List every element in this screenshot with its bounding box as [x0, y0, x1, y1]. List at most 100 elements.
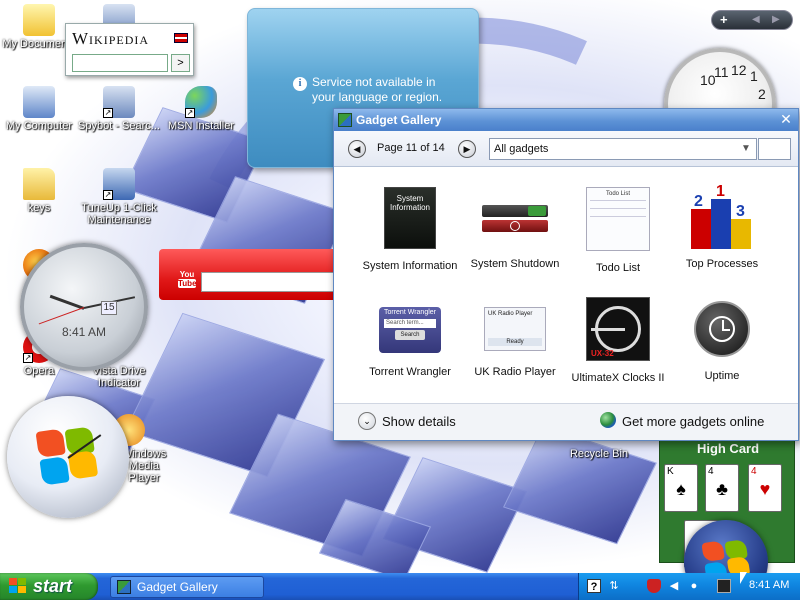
windows-orb-gadget[interactable] — [7, 396, 129, 518]
torrent-wrangler-thumbnail: Torrent Wrangler Search term... Search — [379, 307, 441, 353]
tray-app-icon[interactable]: ● — [687, 579, 701, 593]
gadget-name: System Information — [362, 260, 458, 272]
gadget-gallery-app-icon — [338, 113, 352, 127]
gadget-tile-system-information[interactable]: System Information System Information — [355, 187, 465, 272]
todo-line — [590, 200, 646, 208]
page-indicator: Page 11 of 14 — [377, 142, 445, 154]
chevron-down-icon[interactable]: ▼ — [738, 141, 754, 157]
gadget-search-input[interactable] — [758, 138, 791, 160]
top-processes-thumbnail: 2 1 3 — [691, 183, 753, 249]
taskbar-item-gadget-gallery[interactable]: Gadget Gallery — [110, 576, 264, 598]
wikipedia-logo: Wikipedia — [72, 29, 150, 48]
system-shutdown-thumbnail — [482, 187, 548, 247]
gadget-gallery-window: Gadget Gallery ✕ ◀ Page 11 of 14 ▶ All g… — [333, 108, 799, 441]
rank-number: 2 — [694, 193, 703, 210]
gadget-grid: System Information System Information Sy… — [334, 167, 798, 403]
monitor-icon[interactable] — [717, 579, 731, 593]
gadget-name: UK Radio Player — [474, 366, 556, 378]
clock-second-hand — [38, 307, 85, 325]
thumbnail-status: Ready — [488, 338, 542, 346]
playing-card[interactable]: 4 ♣ — [705, 464, 739, 512]
sidebar-prev-button[interactable]: ◀ — [752, 14, 760, 25]
sidebar-next-button[interactable]: ▶ — [772, 14, 780, 25]
thumbnail-caption: Todo List — [605, 191, 630, 197]
wikipedia-search-button[interactable]: > — [171, 54, 190, 72]
gadget-tile-ultimatex-clocks[interactable]: UX-32 UltimateX Clocks II — [563, 297, 673, 384]
desktop-icon-tuneup[interactable]: ↗ TuneUp 1-Click Maintenance — [76, 168, 162, 226]
gadget-filter-value: All gadgets — [494, 143, 549, 155]
info-icon: i — [293, 77, 307, 91]
uk-flag-icon[interactable] — [174, 33, 188, 43]
high-card-title: High Card — [696, 441, 760, 456]
clock-date: 15 — [101, 301, 117, 315]
uptime-thumbnail — [692, 299, 752, 359]
card-suit: ♠ — [676, 479, 686, 499]
playing-card[interactable]: 4 ♥ — [748, 464, 782, 512]
clock-number: 11 — [714, 64, 729, 80]
card-suit: ♥ — [759, 479, 771, 499]
power-on-icon — [528, 206, 546, 216]
card-suit: ♣ — [716, 479, 728, 499]
clock-digital-time: 8:41 AM — [61, 325, 107, 339]
todo-line — [590, 216, 646, 224]
thumbnail-button: Search — [395, 330, 425, 340]
close-icon[interactable]: ✕ — [778, 112, 794, 128]
show-details-link[interactable]: Show details — [382, 414, 456, 429]
desktop-icon-msn-installer[interactable]: ↗ MSN Installer — [158, 86, 244, 132]
add-gadget-button[interactable]: + — [720, 12, 728, 27]
network-icon[interactable]: ⇅ — [607, 579, 621, 593]
thumbnail-caption: UX-32 — [591, 349, 614, 358]
msn-icon: ↗ — [185, 86, 217, 118]
todo-list-thumbnail: Todo List — [586, 187, 650, 251]
gadget-tile-system-shutdown[interactable]: System Shutdown — [460, 187, 570, 270]
gadget-gallery-titlebar[interactable]: Gadget Gallery ✕ — [334, 109, 798, 131]
service-message-line-1: Service not available in — [312, 75, 436, 89]
show-details-chevron-icon[interactable]: ⌄ — [358, 412, 376, 430]
gadget-tile-todo-list[interactable]: Todo List Todo List — [563, 187, 673, 274]
desktop-icon-spybot-2[interactable]: ↗ Spybot - Searc... — [76, 86, 162, 132]
taskbar-clock[interactable]: 8:41 AM — [749, 579, 789, 591]
system-information-thumbnail: System Information — [384, 187, 436, 249]
desktop-clock-gadget[interactable]: 15 8:41 AM — [20, 243, 148, 371]
uptime-clock-icon — [694, 301, 750, 357]
gadget-name: Top Processes — [685, 258, 759, 270]
help-icon[interactable]: ? — [587, 579, 601, 593]
thumbnail-caption: UK Radio Player — [488, 311, 533, 317]
gadget-name: Todo List — [595, 262, 641, 274]
service-message-line-2: your language or region. — [312, 90, 443, 104]
gadget-tile-uptime[interactable]: Uptime — [667, 299, 777, 382]
get-more-gadgets-link[interactable]: Get more gadgets online — [622, 414, 764, 429]
wikipedia-search-input[interactable] — [72, 54, 168, 72]
volume-icon[interactable]: ◀ — [667, 579, 681, 593]
todo-line — [590, 208, 646, 216]
youtube-search-input[interactable] — [201, 272, 340, 292]
gadget-name: Uptime — [704, 370, 740, 382]
playing-card[interactable]: K ♠ — [664, 464, 698, 512]
gadget-name: Torrent Wrangler — [369, 366, 451, 378]
next-page-button[interactable]: ▶ — [458, 140, 476, 158]
desktop-icon-keys[interactable]: keys — [0, 168, 82, 214]
gadget-gallery-toolbar: ◀ Page 11 of 14 ▶ All gadgets ▼ — [334, 131, 798, 167]
ultimatex-clocks-thumbnail: UX-32 — [586, 297, 650, 361]
process-bar — [691, 209, 711, 249]
gadget-gallery-footer: ⌄ Show details Get more gadgets online — [334, 403, 798, 440]
gadget-filter-dropdown[interactable]: All gadgets ▼ — [489, 138, 757, 160]
service-message: Service not available in your language o… — [312, 75, 472, 105]
card-rank: 4 — [751, 466, 757, 477]
start-button[interactable]: start — [0, 573, 98, 600]
taskbar: start Gadget Gallery ? ⇅ ◀ ● 8:41 AM — [0, 573, 800, 600]
desktop-icon-my-computer[interactable]: My Computer — [0, 86, 82, 132]
gadget-gallery-app-icon — [117, 580, 131, 594]
uk-radio-player-thumbnail: UK Radio Player Ready — [484, 307, 546, 351]
wikipedia-gadget: Wikipedia > — [65, 23, 194, 76]
gadget-tile-uk-radio-player[interactable]: UK Radio Player Ready UK Radio Player — [460, 299, 570, 378]
previous-page-button[interactable]: ◀ — [348, 140, 366, 158]
gadget-tile-top-processes[interactable]: 2 1 3 Top Processes — [667, 183, 777, 270]
thumbnail-caption: System Information — [389, 194, 431, 212]
gadget-name: UltimateX Clocks II — [571, 372, 665, 384]
clock-number: 12 — [731, 62, 747, 78]
shield-icon[interactable] — [647, 579, 661, 593]
windows-logo-icon — [9, 578, 27, 595]
gadget-tile-torrent-wrangler[interactable]: Torrent Wrangler Search term... Search T… — [355, 299, 465, 378]
youtube-logo: You Tube — [178, 270, 197, 290]
